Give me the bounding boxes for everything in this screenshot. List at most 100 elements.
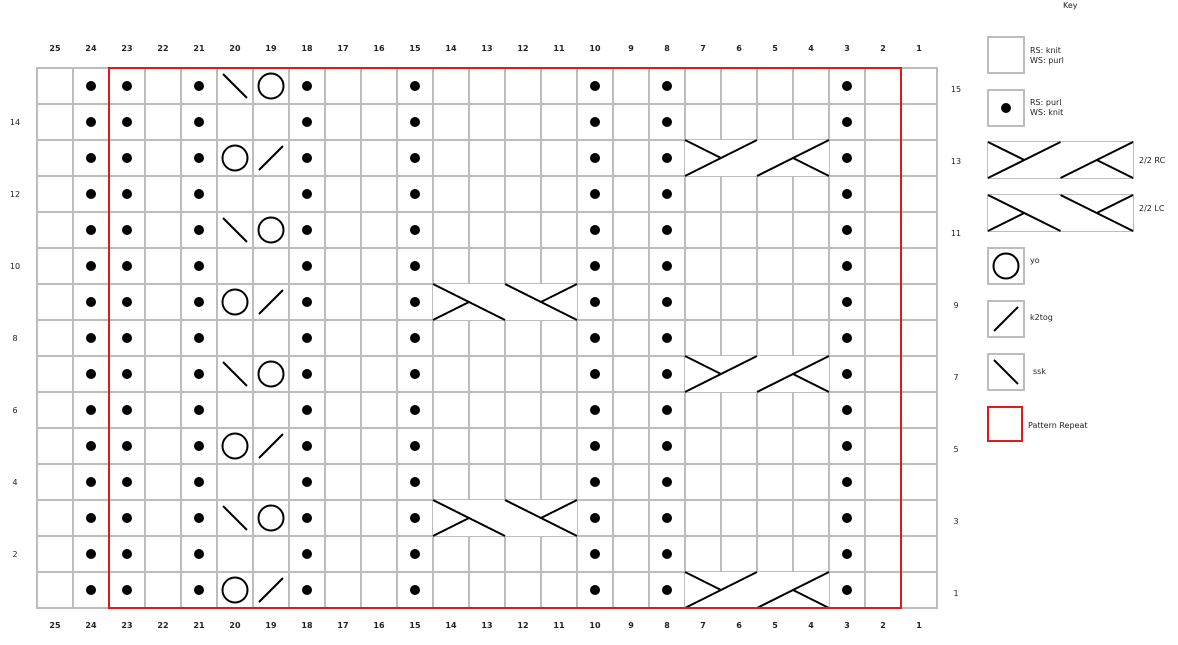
purl-dot (302, 117, 312, 127)
purl-dot (86, 585, 96, 595)
grid-cell (324, 283, 362, 321)
purl-dot (122, 81, 132, 91)
purl-dot (122, 189, 132, 199)
grid-cell (144, 175, 182, 213)
purl-dot (662, 297, 672, 307)
grid-cell (36, 355, 74, 393)
column-label-top: 22 (157, 44, 168, 53)
purl-dot (122, 369, 132, 379)
grid-cell (900, 67, 938, 105)
row-label-right: 13 (951, 157, 961, 166)
grid-cell (900, 319, 938, 357)
grid-cell (36, 175, 74, 213)
purl-dot (194, 297, 204, 307)
cable-2-2-rc (684, 571, 830, 609)
purl-dot (122, 117, 132, 127)
grid-cell (612, 103, 650, 141)
purl-dot (590, 441, 600, 451)
purl-dot (302, 297, 312, 307)
grid-cell (540, 355, 578, 393)
purl-dot (194, 261, 204, 271)
purl-dot (194, 513, 204, 523)
grid-cell (144, 283, 182, 321)
grid-cell (360, 499, 398, 537)
grid-cell (252, 463, 290, 501)
column-label-bottom: 14 (445, 621, 457, 630)
grid-cell (756, 535, 794, 573)
grid-cell (612, 283, 650, 321)
grid-cell (864, 211, 902, 249)
grid-cell (324, 427, 362, 465)
grid-cell (252, 391, 290, 429)
cable-2-2-rc (684, 355, 830, 393)
purl-dot (842, 225, 852, 235)
grid-cell (864, 247, 902, 285)
purl-dot (842, 369, 852, 379)
purl-dot (122, 585, 132, 595)
grid-cell (252, 319, 290, 357)
cable-2-2-rc (684, 139, 830, 177)
purl-dot (842, 477, 852, 487)
purl-dot (410, 405, 420, 415)
grid-cell (756, 499, 794, 537)
purl-dot (122, 441, 132, 451)
grid-cell (792, 247, 830, 285)
grid-cell (144, 391, 182, 429)
row-label-right: 7 (953, 373, 958, 382)
grid-cell (864, 571, 902, 609)
grid-cell (504, 103, 542, 141)
purl-dot (86, 513, 96, 523)
column-label-top: 4 (808, 44, 814, 53)
purl-dot (662, 117, 672, 127)
grid-cell (864, 283, 902, 321)
grid-cell (36, 67, 74, 105)
purl-dot (590, 225, 600, 235)
grid-cell (252, 535, 290, 573)
column-label-bottom: 23 (121, 621, 132, 630)
grid-cell (324, 175, 362, 213)
grid-cell (720, 427, 758, 465)
grid-cell (468, 139, 506, 177)
grid-cell (540, 103, 578, 141)
grid-cell (756, 427, 794, 465)
purl-dot (410, 333, 420, 343)
grid-cell (756, 175, 794, 213)
grid-cell (540, 67, 578, 105)
grid-cell (432, 67, 470, 105)
column-label-bottom: 5 (772, 621, 778, 630)
grid-cell (504, 211, 542, 249)
purl-dot (662, 189, 672, 199)
grid-cell (216, 391, 254, 429)
grid-cell (144, 139, 182, 177)
grid-cell (612, 139, 650, 177)
column-label-bottom: 9 (628, 621, 634, 630)
grid-cell (468, 463, 506, 501)
grid-cell (324, 319, 362, 357)
purl-dot (590, 297, 600, 307)
purl-dot (86, 405, 96, 415)
grid-cell (216, 175, 254, 213)
purl-dot (842, 441, 852, 451)
column-label-bottom: 15 (409, 621, 421, 630)
purl-dot (842, 81, 852, 91)
purl-dot (590, 117, 600, 127)
grid-cell (540, 139, 578, 177)
chart-key: RS: knitWS: purl RS: purlWS: knit 2/2 RC 2/… (987, 36, 1166, 442)
purl-dot (302, 585, 312, 595)
grid-cell (684, 319, 722, 357)
purl-dot (194, 189, 204, 199)
grid-cell (540, 319, 578, 357)
column-label-bottom: 2 (880, 621, 886, 630)
grid-cell (864, 535, 902, 573)
purl-dot (662, 261, 672, 271)
purl-dot (194, 405, 204, 415)
grid-cell (684, 391, 722, 429)
key-label: k2tog (1030, 313, 1053, 322)
grid-cell (324, 463, 362, 501)
column-label-bottom: 10 (589, 621, 601, 630)
grid-cell (612, 391, 650, 429)
purl-dot (590, 153, 600, 163)
grid-cell (468, 211, 506, 249)
grid-cell (360, 247, 398, 285)
grid-cell (612, 211, 650, 249)
